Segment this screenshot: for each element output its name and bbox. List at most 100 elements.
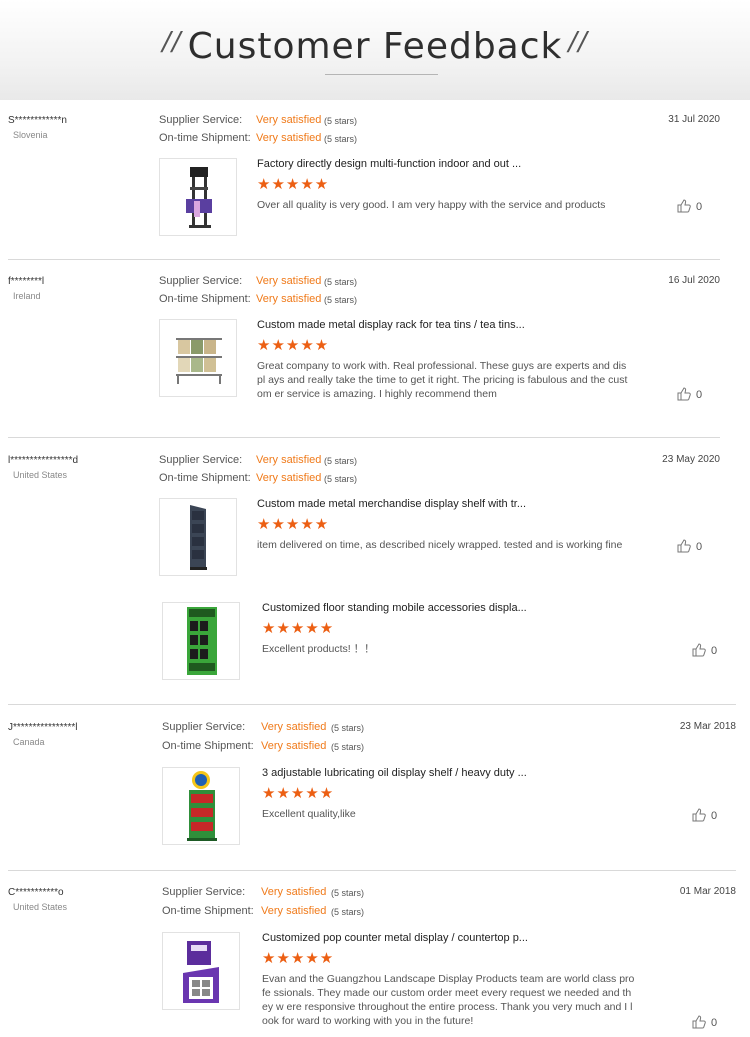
reviewer-name: f********l <box>8 276 45 287</box>
product-title-link[interactable]: Custom made metal merchandise display sh… <box>257 498 526 510</box>
supplier-service-label: Supplier Service: <box>162 721 246 733</box>
like-count: 0 <box>711 645 718 657</box>
like-count: 0 <box>696 389 703 401</box>
review-comment: item delivered on time, as described nic… <box>257 539 623 551</box>
review-date: 31 Jul 2020 <box>668 114 720 125</box>
like-button[interactable]: 0 <box>677 387 702 401</box>
title-text: Customer Feedback <box>187 26 563 67</box>
page-title: //Customer Feedback// <box>0 26 750 67</box>
supplier-service-value: Very satisfied <box>261 721 327 733</box>
product-thumbnail[interactable] <box>159 158 237 236</box>
review-comment: Over all quality is very good. I am very… <box>257 199 606 211</box>
shipment-label: On-time Shipment: <box>162 740 254 752</box>
thumbs-up-icon <box>692 808 706 822</box>
reviewer-country: United States <box>13 902 68 912</box>
review-stars: ★★★★★ <box>262 785 335 802</box>
shipment-label: On-time Shipment: <box>159 293 251 305</box>
like-count: 0 <box>711 1017 718 1029</box>
supplier-service-label: Supplier Service: <box>159 275 243 287</box>
supplier-service-label: Supplier Service: <box>159 454 243 466</box>
supplier-service-label: Supplier Service: <box>162 886 246 898</box>
title-slash-right: // <box>568 27 588 57</box>
review-comment: Evan and the Guangzhou Landscape Display… <box>262 973 635 1027</box>
reviewer-name: J****************l <box>8 722 78 733</box>
like-count: 0 <box>696 201 703 213</box>
like-count: 0 <box>696 541 703 553</box>
title-underline <box>325 74 438 75</box>
supplier-service-value: Very satisfied <box>256 275 322 287</box>
like-button[interactable]: 0 <box>677 539 702 553</box>
reviewer-country: Ireland <box>13 291 41 301</box>
thumbs-up-icon <box>677 387 691 401</box>
reviewer-country: Slovenia <box>13 130 48 140</box>
like-button[interactable]: 0 <box>677 199 702 213</box>
product-thumbnail[interactable] <box>162 602 240 680</box>
product-thumbnail[interactable] <box>162 767 240 845</box>
shipment-stars: (5 stars) <box>324 295 358 305</box>
like-button[interactable]: 0 <box>692 1015 717 1029</box>
review-comment: Excellent quality,like <box>262 808 356 820</box>
review-stars: ★★★★★ <box>257 337 330 354</box>
product-title-link[interactable]: 3 adjustable lubricating oil display she… <box>262 767 527 779</box>
review-comment: Excellent products! ！！ <box>262 643 375 655</box>
like-button[interactable]: 0 <box>692 643 717 657</box>
product-title-link[interactable]: Customized pop counter metal display / c… <box>262 932 528 944</box>
shipment-label: On-time Shipment: <box>159 472 251 484</box>
shipment-value: Very satisfied <box>261 905 327 917</box>
product-image <box>186 167 212 228</box>
product-title-link[interactable]: Customized floor standing mobile accesso… <box>262 602 527 614</box>
thumbs-up-icon <box>677 199 691 213</box>
page-header: //Customer Feedback// <box>0 0 750 100</box>
supplier-service-value: Very satisfied <box>256 114 322 126</box>
product-title-link[interactable]: Factory directly design multi-function i… <box>257 158 521 170</box>
shipment-value: Very satisfied <box>261 740 327 752</box>
product-image <box>187 607 217 675</box>
shipment-stars: (5 stars) <box>324 474 358 484</box>
review-date: 01 Mar 2018 <box>679 886 736 897</box>
product-title-link[interactable]: Custom made metal display rack for tea t… <box>257 319 525 331</box>
review-stars: ★★★★★ <box>257 516 330 533</box>
product-image <box>190 505 207 570</box>
supplier-service-stars: (5 stars) <box>331 888 365 898</box>
supplier-service-stars: (5 stars) <box>331 723 365 733</box>
shipment-value: Very satisfied <box>256 293 322 305</box>
review-date: 23 Mar 2018 <box>679 721 736 732</box>
shipment-stars: (5 stars) <box>324 134 358 144</box>
product-image <box>183 941 219 1003</box>
reviewer-country: United States <box>13 470 68 480</box>
like-count: 0 <box>711 810 718 822</box>
supplier-service-label: Supplier Service: <box>159 114 243 126</box>
review-stars: ★★★★★ <box>262 950 335 967</box>
supplier-service-stars: (5 stars) <box>324 277 358 287</box>
product-image <box>187 771 217 841</box>
thumbs-up-icon <box>692 643 706 657</box>
review-stars: ★★★★★ <box>262 620 335 637</box>
reviewer-name: l****************d <box>8 455 79 466</box>
supplier-service-stars: (5 stars) <box>324 116 358 126</box>
reviewer-country: Canada <box>13 737 45 747</box>
shipment-stars: (5 stars) <box>331 742 365 752</box>
review-date: 23 May 2020 <box>662 454 720 465</box>
like-button[interactable]: 0 <box>692 808 717 822</box>
shipment-value: Very satisfied <box>256 132 322 144</box>
review-comment: Great company to work with. Real profess… <box>257 360 628 400</box>
product-thumbnail[interactable] <box>159 498 237 576</box>
review-separator <box>8 259 720 260</box>
review-separator <box>8 704 736 705</box>
shipment-value: Very satisfied <box>256 472 322 484</box>
shipment-stars: (5 stars) <box>331 907 365 917</box>
review-date: 16 Jul 2020 <box>668 275 720 286</box>
product-thumbnail[interactable] <box>162 932 240 1010</box>
supplier-service-value: Very satisfied <box>261 886 327 898</box>
review-separator <box>8 870 736 871</box>
product-thumbnail[interactable] <box>159 319 237 397</box>
shipment-label: On-time Shipment: <box>162 905 254 917</box>
product-image <box>176 338 222 384</box>
title-slash-left: // <box>162 27 182 57</box>
review-stars: ★★★★★ <box>257 176 330 193</box>
review-separator <box>8 437 720 438</box>
thumbs-up-icon <box>677 539 691 553</box>
supplier-service-stars: (5 stars) <box>324 456 358 466</box>
thumbs-up-icon <box>692 1015 706 1029</box>
reviewer-name: S************n <box>8 115 67 126</box>
